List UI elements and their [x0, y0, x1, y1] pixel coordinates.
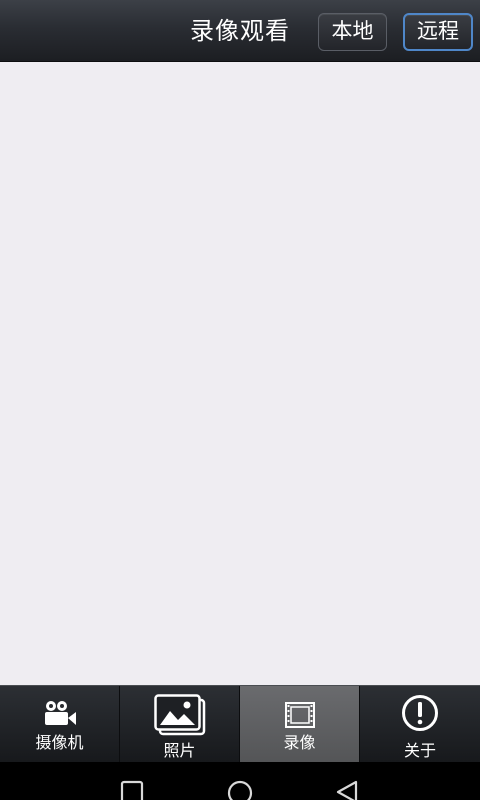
- film-icon: [240, 702, 359, 728]
- back-icon[interactable]: [335, 780, 359, 800]
- page-title: 录像观看: [190, 17, 290, 45]
- remote-button[interactable]: 远程: [403, 13, 473, 51]
- tab-photo-label: 照片: [163, 741, 196, 760]
- recents-icon[interactable]: [120, 780, 144, 800]
- tab-recording[interactable]: 录像: [240, 686, 360, 762]
- header-bar: 录像观看 本地 远程: [0, 0, 480, 62]
- photo-icon: [120, 694, 239, 736]
- info-icon: [360, 694, 480, 732]
- bottom-tab-bar: 摄像机 照片 录像 关于: [0, 685, 480, 762]
- camera-icon: [0, 700, 119, 728]
- tab-recording-label: 录像: [283, 733, 316, 752]
- system-nav-bar: [0, 762, 480, 800]
- tab-photo[interactable]: 照片: [120, 686, 240, 762]
- screen: 录像观看 本地 远程 摄像机 照片 录像 关于: [0, 0, 480, 800]
- local-button[interactable]: 本地: [318, 13, 387, 51]
- tab-about-label: 关于: [403, 741, 436, 760]
- home-icon[interactable]: [227, 780, 253, 800]
- tab-camera-label: 摄像机: [35, 733, 84, 752]
- tab-about[interactable]: 关于: [360, 686, 480, 762]
- tab-camera[interactable]: 摄像机: [0, 686, 120, 762]
- recording-list-area[interactable]: [0, 62, 480, 685]
